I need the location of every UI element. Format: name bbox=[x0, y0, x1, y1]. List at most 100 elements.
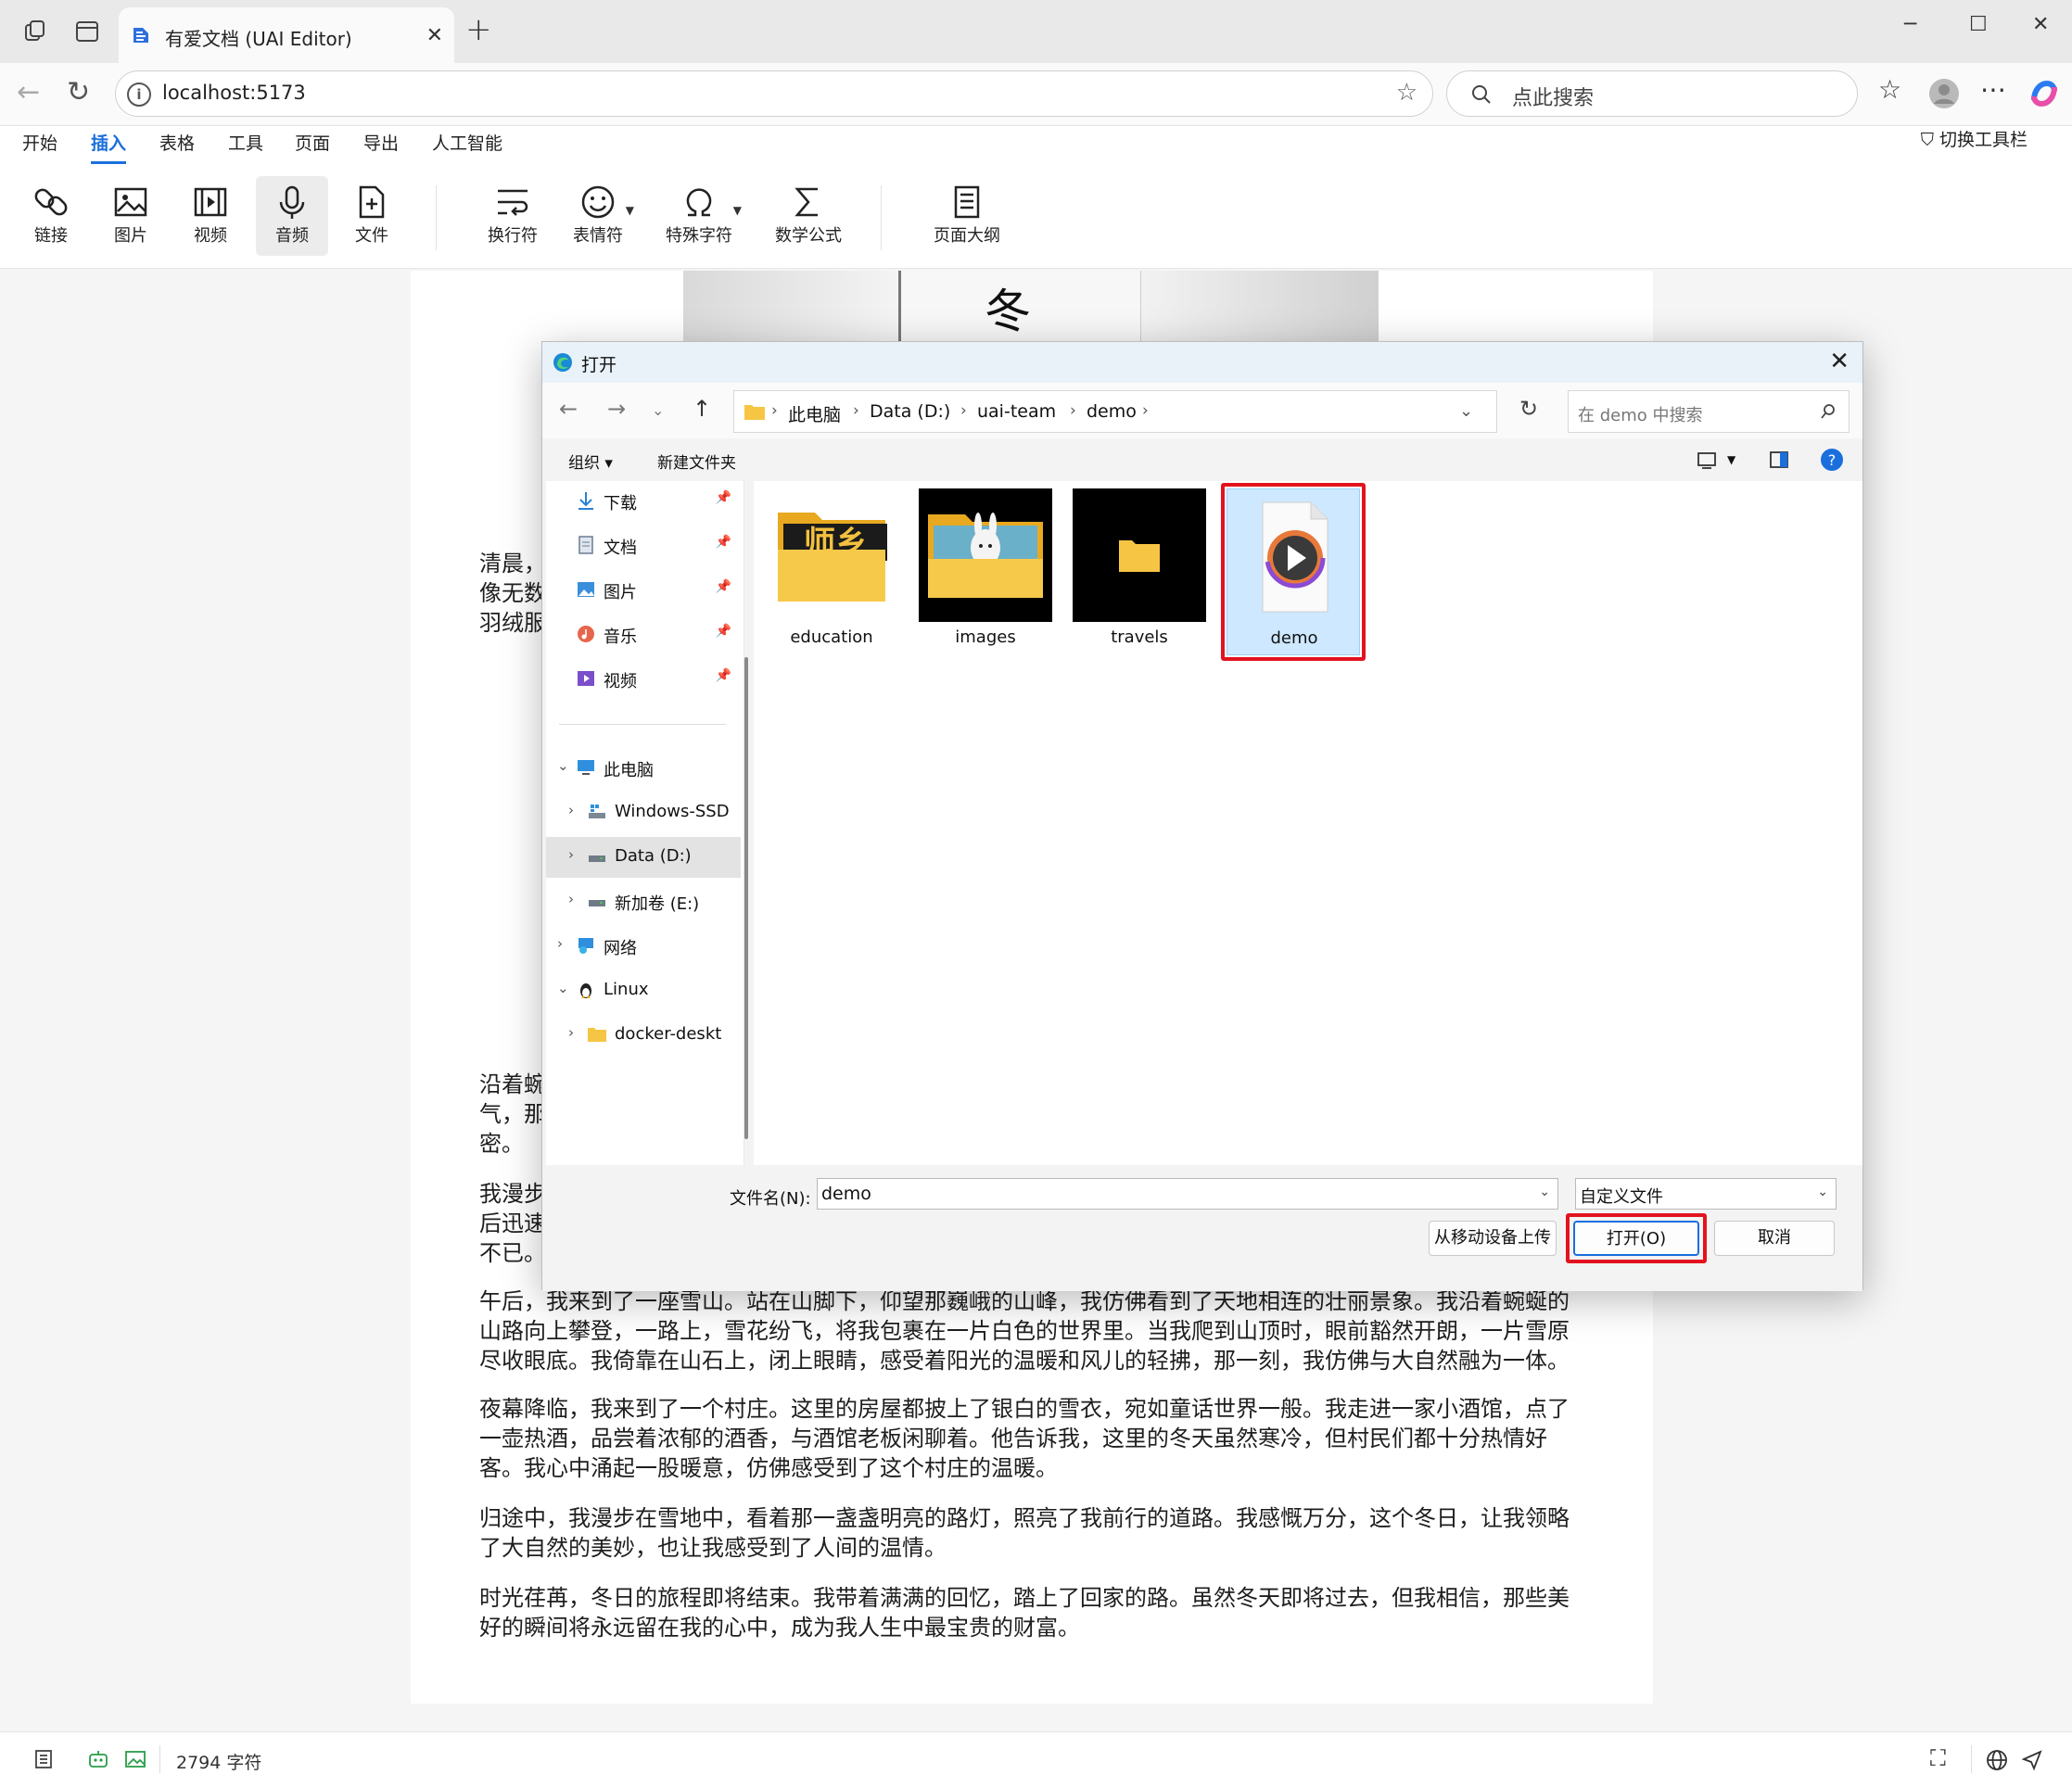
vertical-tabs-icon[interactable] bbox=[72, 17, 102, 46]
insert-file-button[interactable]: 文件 bbox=[341, 176, 402, 256]
collapse-chevron-icon[interactable]: ⌄ bbox=[557, 757, 569, 774]
dialog-back-icon[interactable]: ← bbox=[559, 396, 578, 422]
cancel-button[interactable]: 取消 bbox=[1714, 1221, 1835, 1256]
globe-icon[interactable] bbox=[1986, 1749, 2008, 1771]
filetype-select[interactable]: 自定义文件 ⌄ bbox=[1575, 1178, 1837, 1210]
breadcrumb-demo[interactable]: demo bbox=[1087, 401, 1137, 422]
tree-windows-ssd[interactable]: › Windows-SSD bbox=[546, 792, 741, 833]
tree-this-pc[interactable]: ⌄ 此电脑 bbox=[546, 748, 741, 789]
tree-new-volume-e[interactable]: › 新加卷 (E:) bbox=[546, 881, 741, 922]
browser-tab[interactable]: 有爱文档 (UAI Editor) ✕ bbox=[119, 7, 454, 63]
expand-chevron-icon[interactable]: › bbox=[568, 846, 574, 863]
tab-table[interactable]: 表格 bbox=[159, 126, 195, 155]
insert-link-button[interactable]: 链接 bbox=[20, 176, 82, 256]
favorite-star-icon[interactable]: ☆ bbox=[1396, 79, 1417, 107]
insert-math-button[interactable]: 数学公式 bbox=[769, 176, 847, 256]
outline-toggle-icon[interactable] bbox=[33, 1749, 54, 1769]
quick-access-music[interactable]: 音乐 📌 bbox=[546, 615, 741, 655]
url-field[interactable]: i localhost:5173 ☆ bbox=[115, 70, 1433, 117]
tree-network[interactable]: › 网络 bbox=[546, 926, 741, 967]
emoji-dropdown-icon[interactable]: ▼ bbox=[626, 204, 634, 217]
paragraph-7[interactable]: 时光荏苒，冬日的旅程即将结束。我带着满满的回忆，踏上了回家的路。虽然冬天即将过去… bbox=[479, 1583, 1573, 1642]
upload-from-mobile-button[interactable]: 从移动设备上传 bbox=[1429, 1221, 1557, 1256]
insert-emoji-button[interactable]: 表情符 ▼ bbox=[566, 176, 634, 256]
new-folder-button[interactable]: 新建文件夹 bbox=[657, 450, 736, 473]
tree-linux[interactable]: ⌄ Linux bbox=[546, 970, 741, 1011]
tab-insert[interactable]: 插入 bbox=[91, 126, 127, 164]
back-icon[interactable]: ← bbox=[17, 76, 40, 108]
paragraph-5[interactable]: 夜幕降临，我来到了一个村庄。这里的房屋都披上了银白的雪衣，宛如童话世界一般。我走… bbox=[479, 1394, 1573, 1483]
new-tab-button[interactable]: + bbox=[465, 11, 492, 48]
insert-line-break-button[interactable]: 换行符 bbox=[482, 176, 543, 256]
filename-input[interactable]: demo ⌄ bbox=[817, 1178, 1558, 1210]
tab-tools[interactable]: 工具 bbox=[228, 126, 263, 155]
tree-docker[interactable]: › docker-deskt bbox=[546, 1015, 741, 1056]
file-item-travels[interactable]: travels bbox=[1073, 488, 1206, 655]
expand-chevron-icon[interactable]: › bbox=[568, 1024, 574, 1041]
more-options-icon[interactable]: ⋯ bbox=[1980, 74, 2006, 105]
breadcrumb-dropdown-icon[interactable]: ⌄ bbox=[1459, 401, 1473, 421]
quick-access-documents[interactable]: 文档 📌 bbox=[546, 526, 741, 566]
filetype-dropdown-icon[interactable]: ⌄ bbox=[1817, 1185, 1828, 1199]
insert-audio-button[interactable]: 音频 bbox=[256, 176, 328, 256]
reload-icon[interactable]: ↻ bbox=[67, 76, 90, 108]
breadcrumb-uai-team[interactable]: uai-team bbox=[977, 401, 1056, 422]
file-item-education[interactable]: 师乡 education bbox=[765, 488, 898, 655]
quick-access-videos[interactable]: 视频 📌 bbox=[546, 659, 741, 700]
refresh-icon[interactable]: ↻ bbox=[1519, 396, 1538, 422]
site-info-icon[interactable]: i bbox=[127, 82, 151, 107]
view-mode-dropdown-icon[interactable]: ▼ bbox=[1727, 453, 1735, 466]
expand-chevron-icon[interactable]: › bbox=[568, 891, 574, 907]
tab-start[interactable]: 开始 bbox=[22, 126, 57, 155]
breadcrumb-this-pc[interactable]: 此电脑 bbox=[788, 401, 841, 426]
document-image[interactable]: 冬 bbox=[683, 271, 1379, 343]
send-icon[interactable] bbox=[2021, 1749, 2043, 1771]
fullscreen-icon[interactable]: ⛶ bbox=[1930, 1745, 1946, 1771]
tab-page[interactable]: 页面 bbox=[295, 126, 330, 155]
browser-search-field[interactable]: 点此搜索 bbox=[1446, 70, 1858, 117]
nav-pane-scrollbar[interactable] bbox=[744, 657, 748, 1139]
special-char-dropdown-icon[interactable]: ▼ bbox=[733, 204, 742, 217]
tab-close-icon[interactable]: ✕ bbox=[426, 24, 443, 47]
audio-label: 音频 bbox=[275, 226, 309, 246]
tree-data-d[interactable]: › Data (D:) bbox=[546, 837, 741, 878]
page-outline-button[interactable]: 页面大纲 bbox=[927, 176, 1007, 256]
help-icon[interactable]: ? bbox=[1820, 448, 1844, 472]
file-name: images bbox=[955, 627, 1016, 647]
workspaces-icon[interactable] bbox=[20, 17, 50, 46]
insert-special-char-button[interactable]: 特殊字符 ▼ bbox=[660, 176, 742, 256]
breadcrumb[interactable]: › 此电脑 › Data (D:) › uai-team › demo › ⌄ bbox=[733, 390, 1497, 433]
dialog-titlebar: 打开 ✕ bbox=[542, 342, 1862, 383]
dialog-close-icon[interactable]: ✕ bbox=[1829, 348, 1850, 375]
file-item-images[interactable]: images bbox=[919, 488, 1052, 655]
quick-access-downloads[interactable]: 下载 📌 bbox=[546, 481, 741, 522]
ai-robot-icon[interactable] bbox=[87, 1749, 109, 1769]
view-mode-icon[interactable] bbox=[1696, 450, 1718, 470]
expand-chevron-icon[interactable]: › bbox=[568, 802, 574, 818]
image-status-icon[interactable] bbox=[124, 1749, 146, 1769]
up-folder-icon[interactable]: ↑ bbox=[693, 396, 711, 422]
recent-locations-icon[interactable]: ⌄ bbox=[652, 401, 664, 419]
tab-ai[interactable]: 人工智能 bbox=[432, 126, 502, 155]
collapse-chevron-icon[interactable]: ⌄ bbox=[557, 980, 569, 996]
maximize-button[interactable]: ☐ bbox=[1969, 13, 1988, 36]
insert-image-button[interactable]: 图片 bbox=[100, 176, 161, 256]
preview-pane-icon[interactable] bbox=[1768, 450, 1790, 470]
paragraph-4[interactable]: 午后，我来到了一座雪山。站在山脚下，仰望那巍峨的山峰，我仿佛看到了天地相连的壮丽… bbox=[479, 1286, 1573, 1375]
profile-avatar[interactable] bbox=[1928, 78, 1960, 109]
close-window-button[interactable]: ✕ bbox=[2032, 13, 2049, 36]
copilot-icon[interactable] bbox=[2028, 78, 2060, 109]
minimize-button[interactable]: ─ bbox=[1904, 13, 1916, 36]
organize-menu[interactable]: 组织 ▾ bbox=[568, 450, 613, 473]
dialog-forward-icon[interactable]: → bbox=[607, 396, 626, 422]
filename-dropdown-icon[interactable]: ⌄ bbox=[1539, 1185, 1550, 1199]
tab-export[interactable]: 导出 bbox=[363, 126, 399, 155]
expand-chevron-icon[interactable]: › bbox=[557, 935, 563, 952]
quick-access-pictures[interactable]: 图片 📌 bbox=[546, 570, 741, 611]
insert-video-button[interactable]: 视频 bbox=[180, 176, 241, 256]
toggle-toolbar-button[interactable]: ⛉ 切换工具栏 bbox=[1921, 126, 2028, 151]
paragraph-6[interactable]: 归途中，我漫步在雪地中，看着那一盏盏明亮的路灯，照亮了我前行的道路。我感慨万分，… bbox=[479, 1503, 1573, 1563]
breadcrumb-data-d[interactable]: Data (D:) bbox=[870, 401, 950, 422]
dialog-search-field[interactable]: 在 demo 中搜索 bbox=[1568, 390, 1850, 433]
favorites-icon[interactable]: ☆ bbox=[1878, 74, 1901, 105]
